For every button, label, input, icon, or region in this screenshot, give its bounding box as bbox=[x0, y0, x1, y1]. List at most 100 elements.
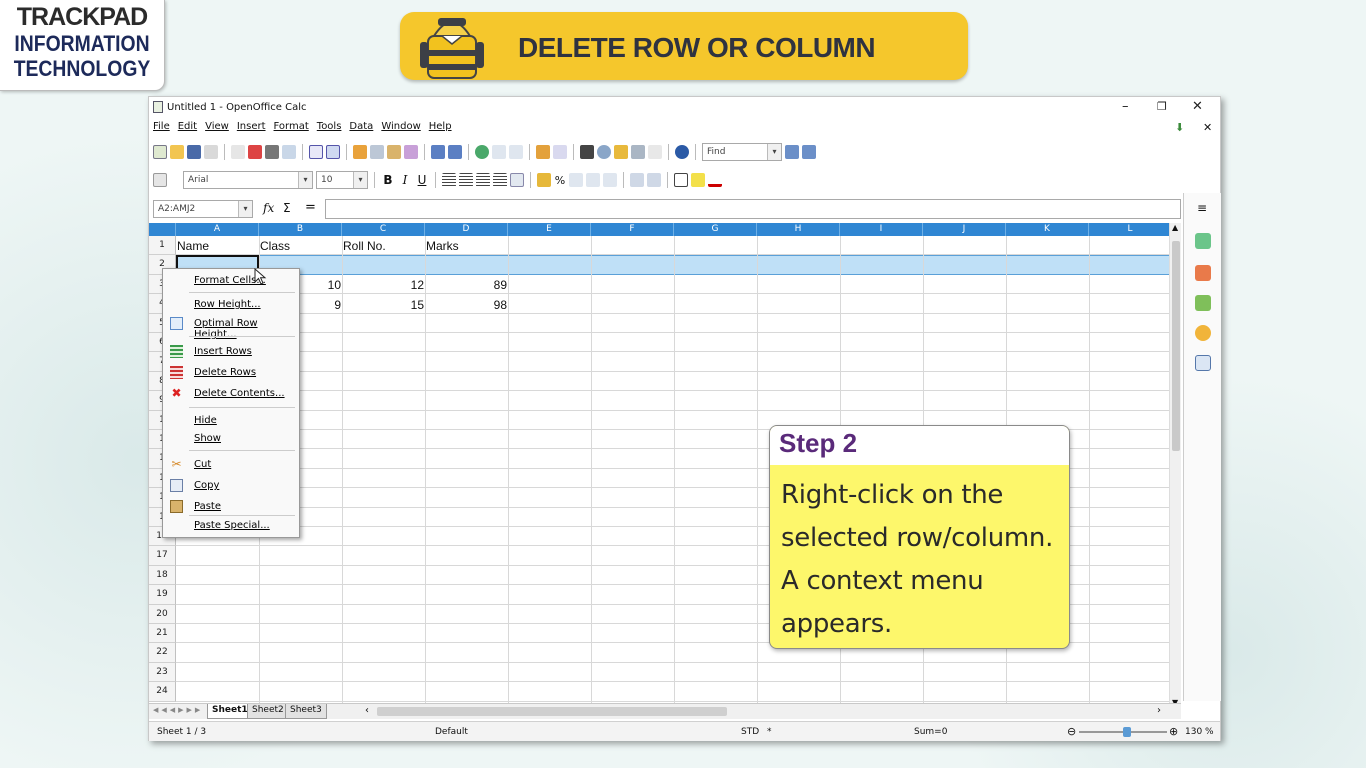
menu-data[interactable]: Data bbox=[349, 121, 373, 137]
scroll-thumb[interactable] bbox=[1172, 241, 1180, 451]
menu-item-hide[interactable]: Hide bbox=[163, 412, 299, 430]
horizontal-scroll-thumb[interactable] bbox=[377, 707, 727, 716]
underline-icon[interactable]: U bbox=[415, 173, 429, 187]
find-input[interactable]: Find ▾ bbox=[702, 143, 782, 161]
open-icon[interactable] bbox=[170, 145, 184, 159]
font-color-icon[interactable] bbox=[708, 173, 722, 187]
merge-cells-icon[interactable] bbox=[510, 173, 524, 187]
styles-formatting-icon[interactable] bbox=[1195, 265, 1211, 281]
cell-a1[interactable]: Name bbox=[177, 239, 209, 253]
background-color-icon[interactable] bbox=[691, 173, 705, 187]
menu-item-delete-rows[interactable]: Delete Rows bbox=[163, 364, 299, 382]
navigator-icon[interactable] bbox=[597, 145, 611, 159]
column-header-a[interactable]: A bbox=[176, 223, 259, 236]
menu-item-show[interactable]: Show bbox=[163, 430, 299, 448]
properties-icon[interactable] bbox=[1195, 233, 1211, 249]
paste-icon[interactable] bbox=[387, 145, 401, 159]
sort-ascending-icon[interactable] bbox=[492, 145, 506, 159]
draw-functions-icon[interactable] bbox=[553, 145, 567, 159]
menu-item-paste[interactable]: Paste bbox=[163, 498, 299, 516]
row-header-1[interactable]: 1 bbox=[149, 236, 176, 256]
email-icon[interactable] bbox=[204, 145, 218, 159]
menu-file[interactable]: File bbox=[153, 121, 170, 137]
tab-sheet2[interactable]: Sheet2 bbox=[247, 704, 289, 719]
tab-sheet1[interactable]: Sheet1 bbox=[207, 704, 253, 719]
font-name-select[interactable]: Arial ▾ bbox=[183, 171, 313, 189]
menu-item-copy[interactable]: Copy bbox=[163, 477, 299, 495]
chevron-down-icon[interactable]: ▾ bbox=[298, 172, 312, 188]
cell-d4[interactable]: 98 bbox=[426, 298, 507, 312]
formula-icon[interactable]: = bbox=[305, 200, 316, 215]
italic-icon[interactable]: I bbox=[398, 173, 412, 187]
column-header-f[interactable]: F bbox=[591, 223, 674, 236]
corner-cell[interactable] bbox=[149, 223, 176, 236]
zoom-in-icon[interactable]: ⊕ bbox=[1169, 725, 1178, 738]
chevron-down-icon[interactable]: ▾ bbox=[353, 172, 367, 188]
minimize-button[interactable]: – bbox=[1122, 99, 1129, 114]
column-header-j[interactable]: J bbox=[923, 223, 1006, 236]
menu-tools[interactable]: Tools bbox=[317, 121, 342, 137]
borders-icon[interactable] bbox=[674, 173, 688, 187]
row-header-19[interactable]: 19 bbox=[149, 585, 176, 605]
tab-navigation-icons[interactable]: ◀◀◀▶▶▶ bbox=[153, 706, 203, 714]
find-previous-icon[interactable] bbox=[802, 145, 816, 159]
row-header-20[interactable]: 20 bbox=[149, 604, 176, 624]
zoom-out-icon[interactable]: ⊖ bbox=[1067, 725, 1076, 738]
delete-decimal-icon[interactable] bbox=[603, 173, 617, 187]
column-header-b[interactable]: B bbox=[259, 223, 342, 236]
row-header-22[interactable]: 22 bbox=[149, 643, 176, 663]
add-decimal-icon[interactable] bbox=[586, 173, 600, 187]
restore-button[interactable]: ❐ bbox=[1157, 100, 1167, 113]
status-selection-mode[interactable]: STD bbox=[741, 727, 759, 737]
print-icon[interactable] bbox=[265, 145, 279, 159]
zoom-icon[interactable] bbox=[648, 145, 662, 159]
menu-item-optimal-row-height[interactable]: Optimal Row Height... bbox=[163, 315, 299, 340]
currency-icon[interactable] bbox=[537, 173, 551, 187]
menu-window[interactable]: Window bbox=[381, 121, 420, 137]
row-header-24[interactable]: 24 bbox=[149, 682, 176, 702]
find-next-icon[interactable] bbox=[785, 145, 799, 159]
bold-icon[interactable]: B bbox=[381, 173, 395, 187]
standard-format-icon[interactable] bbox=[569, 173, 583, 187]
find-replace-icon[interactable] bbox=[580, 145, 594, 159]
spellcheck-icon[interactable] bbox=[309, 145, 323, 159]
chevron-down-icon[interactable]: ▾ bbox=[238, 201, 252, 217]
increase-indent-icon[interactable] bbox=[647, 173, 661, 187]
tab-sheet3[interactable]: Sheet3 bbox=[285, 704, 327, 719]
name-box[interactable]: A2:AMJ2 ▾ bbox=[153, 200, 253, 218]
menu-item-row-height[interactable]: Row Height... bbox=[163, 296, 299, 314]
menu-insert[interactable]: Insert bbox=[237, 121, 266, 137]
column-header-e[interactable]: E bbox=[508, 223, 591, 236]
font-size-select[interactable]: 10 ▾ bbox=[316, 171, 368, 189]
row-header-18[interactable]: 18 bbox=[149, 565, 176, 586]
menu-item-delete-contents[interactable]: ✖ Delete Contents... bbox=[163, 385, 299, 403]
justify-icon[interactable] bbox=[493, 173, 507, 187]
menu-format[interactable]: Format bbox=[274, 121, 309, 137]
decrease-indent-icon[interactable] bbox=[630, 173, 644, 187]
zoom-slider[interactable] bbox=[1079, 727, 1167, 737]
redo-icon[interactable] bbox=[448, 145, 462, 159]
cell-c1[interactable]: Roll No. bbox=[343, 239, 386, 253]
menu-item-format-cells[interactable]: Format Cells... bbox=[163, 272, 299, 290]
cell-c4[interactable]: 15 bbox=[343, 298, 424, 312]
column-header-g[interactable]: G bbox=[674, 223, 757, 236]
column-header-d[interactable]: D bbox=[425, 223, 508, 236]
edit-file-icon[interactable] bbox=[231, 145, 245, 159]
gallery-sidebar-icon[interactable] bbox=[1195, 295, 1211, 311]
undo-icon[interactable] bbox=[431, 145, 445, 159]
column-header-l[interactable]: L bbox=[1089, 223, 1169, 236]
formula-input[interactable] bbox=[325, 199, 1181, 219]
close-button[interactable]: ✕ bbox=[1192, 99, 1203, 114]
menu-help[interactable]: Help bbox=[429, 121, 452, 137]
scroll-right-icon[interactable]: › bbox=[1157, 705, 1161, 716]
align-center-icon[interactable] bbox=[459, 173, 473, 187]
menu-item-insert-rows[interactable]: Insert Rows bbox=[163, 343, 299, 361]
scroll-left-icon[interactable]: ‹ bbox=[365, 705, 369, 716]
copy-icon[interactable] bbox=[370, 145, 384, 159]
scissors-icon[interactable] bbox=[353, 145, 367, 159]
status-zoom[interactable]: 130 % bbox=[1185, 727, 1214, 737]
autospell-icon[interactable] bbox=[326, 145, 340, 159]
print-preview-icon[interactable] bbox=[282, 145, 296, 159]
data-sources-icon[interactable] bbox=[631, 145, 645, 159]
scroll-up-icon[interactable]: ▲ bbox=[1172, 223, 1178, 232]
